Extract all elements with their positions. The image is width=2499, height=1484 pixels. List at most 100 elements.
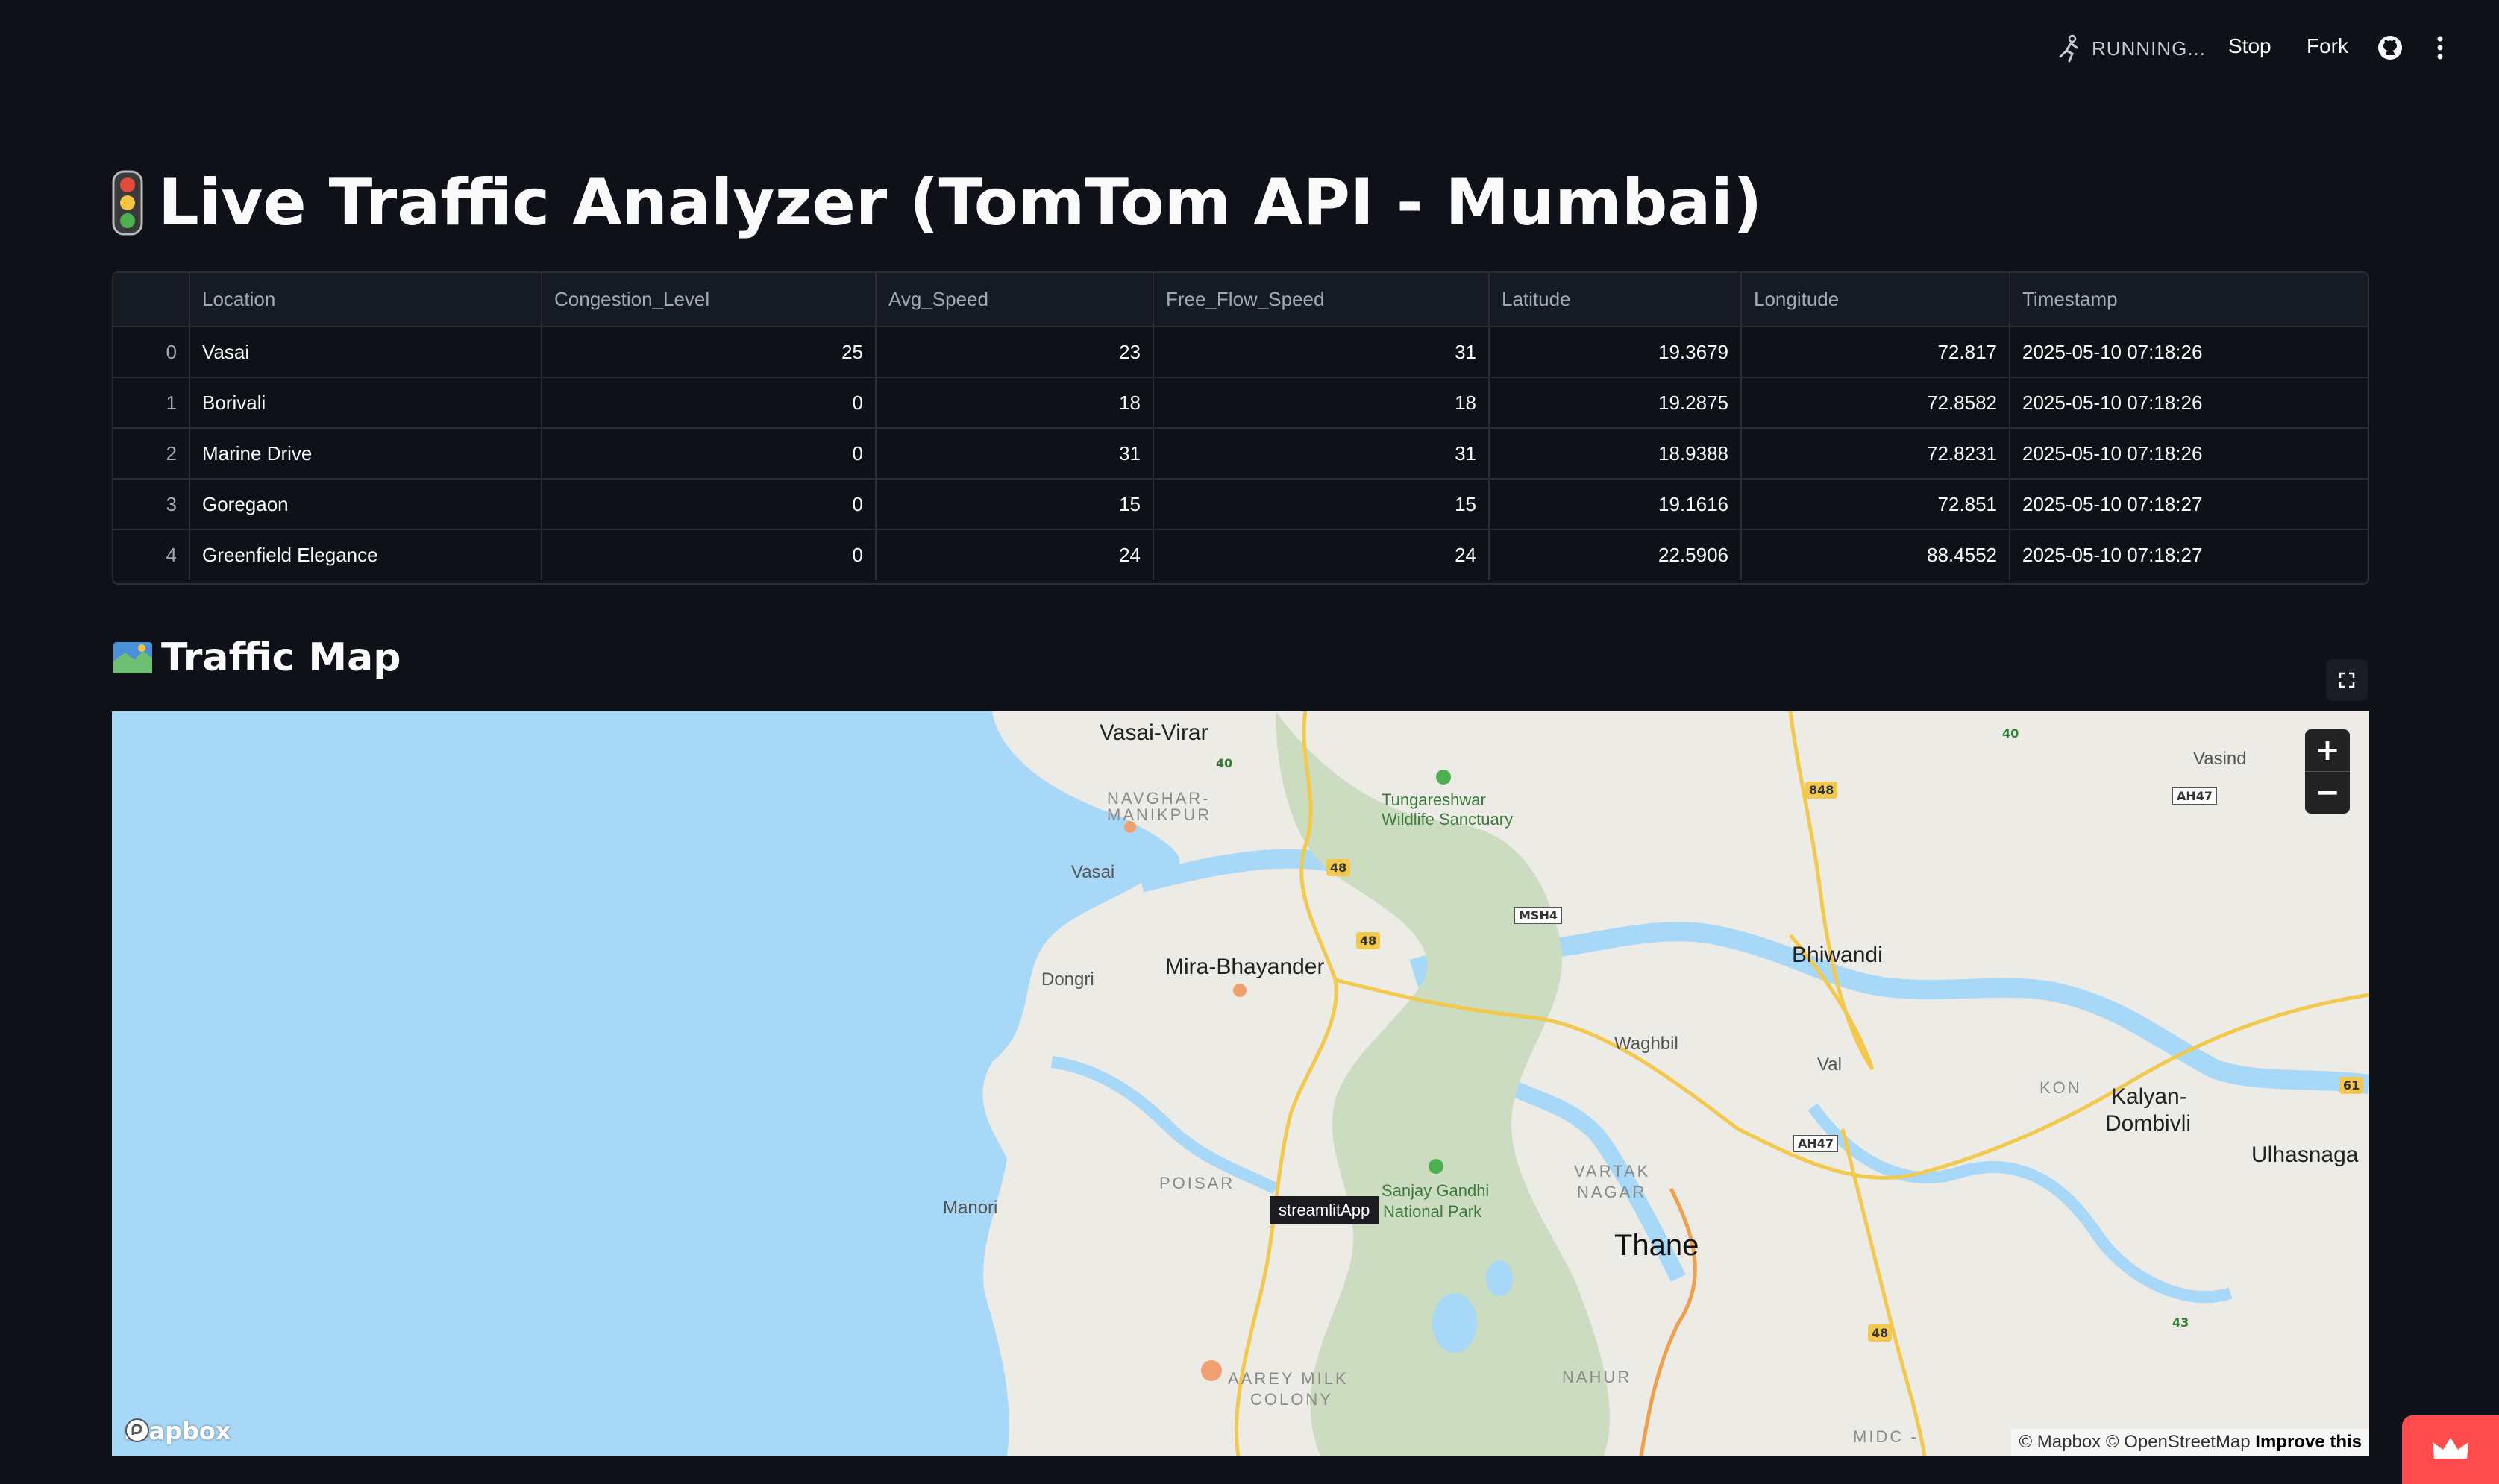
- row-index[interactable]: 2: [113, 428, 190, 480]
- cell-longitude[interactable]: 88.4552: [1741, 529, 2010, 580]
- cell-congestion[interactable]: 0: [542, 377, 877, 429]
- column-header[interactable]: Timestamp: [2010, 273, 2368, 327]
- cell-longitude[interactable]: 72.851: [1741, 479, 2010, 530]
- row-index[interactable]: 4: [113, 529, 190, 580]
- map-label: Thane: [1614, 1229, 1699, 1262]
- cell-congestion[interactable]: 0: [542, 479, 877, 530]
- map-label: AAREY MILK: [1228, 1369, 1349, 1388]
- column-header[interactable]: Longitude: [1741, 273, 2010, 327]
- cell-location[interactable]: Goregaon: [189, 479, 542, 530]
- map-label: Vasai: [1071, 862, 1115, 882]
- map-label: POISAR: [1159, 1174, 1235, 1192]
- row-index[interactable]: 0: [113, 327, 190, 378]
- zoom-out-button[interactable]: −: [2305, 772, 2350, 814]
- cell-timestamp[interactable]: 2025-05-10 07:18:26: [2010, 377, 2368, 429]
- table-row: 2 Marine Drive 0 31 31 18.9388 72.8231 2…: [113, 428, 2368, 480]
- map-label: Manori: [943, 1198, 998, 1218]
- cell-latitude[interactable]: 18.9388: [1489, 428, 1742, 480]
- cell-free-flow[interactable]: 24: [1153, 529, 1490, 580]
- running-label: RUNNING...: [2092, 37, 2206, 60]
- map-label: Mira-Bhayander: [1165, 955, 1325, 979]
- column-header[interactable]: Congestion_Level: [542, 273, 877, 327]
- row-index[interactable]: 3: [113, 479, 190, 530]
- mapbox-attribution-link[interactable]: © Mapbox: [2019, 1432, 2101, 1452]
- osm-attribution-link[interactable]: © OpenStreetMap: [2106, 1432, 2251, 1452]
- map-label: Wildlife Sanctuary: [1382, 810, 1514, 829]
- cell-latitude[interactable]: 22.5906: [1489, 529, 1742, 580]
- fork-button[interactable]: Fork: [2307, 34, 2348, 58]
- cell-congestion[interactable]: 0: [542, 428, 877, 480]
- map-label: VARTAK: [1574, 1162, 1651, 1180]
- cell-location[interactable]: Vasai: [189, 327, 542, 378]
- cell-timestamp[interactable]: 2025-05-10 07:18:26: [2010, 327, 2368, 378]
- traffic-map[interactable]: Vasai-Virar NAVGHAR- MANIKPUR Vasai Tung…: [112, 711, 2369, 1456]
- map-tooltip: streamlitApp: [1270, 1196, 1379, 1224]
- cell-timestamp[interactable]: 2025-05-10 07:18:27: [2010, 479, 2368, 530]
- cell-free-flow[interactable]: 31: [1153, 327, 1490, 378]
- cell-avg-speed[interactable]: 24: [876, 529, 1154, 580]
- map-label: Dongri: [1041, 969, 1094, 990]
- highway-shield: 40: [1216, 756, 1233, 770]
- map-label: Sanjay Gandhi: [1382, 1181, 1490, 1200]
- map-label: Kalyan-: [2111, 1084, 2187, 1109]
- column-header[interactable]: Latitude: [1489, 273, 1742, 327]
- cell-free-flow[interactable]: 18: [1153, 377, 1490, 429]
- column-header[interactable]: Free_Flow_Speed: [1153, 273, 1490, 327]
- cell-location[interactable]: Greenfield Elegance: [189, 529, 542, 580]
- map-label: Vasind: [2193, 749, 2247, 769]
- map-label: NAHUR: [1562, 1368, 1632, 1386]
- cell-latitude[interactable]: 19.2875: [1489, 377, 1742, 429]
- dataframe[interactable]: Location Congestion_Level Avg_Speed Free…: [112, 271, 2369, 585]
- streamlit-badge[interactable]: [2402, 1415, 2499, 1484]
- table-header-row: Location Congestion_Level Avg_Speed Free…: [113, 273, 2368, 327]
- column-header[interactable]: Avg_Speed: [876, 273, 1154, 327]
- traffic-light-icon: [112, 170, 143, 236]
- cell-location[interactable]: Marine Drive: [189, 428, 542, 480]
- cell-latitude[interactable]: 19.3679: [1489, 327, 1742, 378]
- traffic-table: Location Congestion_Level Avg_Speed Free…: [113, 273, 2368, 580]
- cell-avg-speed[interactable]: 23: [876, 327, 1154, 378]
- cell-avg-speed[interactable]: 18: [876, 377, 1154, 429]
- improve-map-link[interactable]: Improve this: [2255, 1432, 2362, 1452]
- fullscreen-button[interactable]: [2326, 659, 2368, 701]
- highway-shield: AH47: [1793, 1135, 1839, 1152]
- cell-free-flow[interactable]: 15: [1153, 479, 1490, 530]
- row-index[interactable]: 1: [113, 377, 190, 429]
- map-label: NAGAR: [1577, 1183, 1647, 1201]
- highway-shield: 848: [1805, 782, 1838, 799]
- map-label: MIDC -: [1853, 1427, 1919, 1446]
- map-label: National Park: [1383, 1202, 1482, 1221]
- cell-latitude[interactable]: 19.1616: [1489, 479, 1742, 530]
- highway-shield: AH47: [2172, 787, 2218, 805]
- top-toolbar: RUNNING... Stop Fork: [0, 0, 2499, 100]
- cell-avg-speed[interactable]: 31: [876, 428, 1154, 480]
- running-man-icon: [2059, 34, 2078, 63]
- cell-timestamp[interactable]: 2025-05-10 07:18:27: [2010, 529, 2368, 580]
- cell-timestamp[interactable]: 2025-05-10 07:18:26: [2010, 428, 2368, 480]
- map-label: Ulhasnaga: [2251, 1142, 2359, 1167]
- table-row: 3 Goregaon 0 15 15 19.1616 72.851 2025-0…: [113, 479, 2368, 530]
- expand-icon: [2339, 672, 2355, 688]
- map-base-layer: [112, 711, 2369, 1456]
- highway-shield: 40: [2002, 726, 2019, 741]
- cell-longitude[interactable]: 72.817: [1741, 327, 2010, 378]
- cell-longitude[interactable]: 72.8582: [1741, 377, 2010, 429]
- stop-button[interactable]: Stop: [2228, 34, 2271, 58]
- highway-shield: 43: [2172, 1315, 2189, 1330]
- column-header[interactable]: Location: [189, 273, 542, 327]
- cell-free-flow[interactable]: 31: [1153, 428, 1490, 480]
- kebab-menu-icon[interactable]: [2435, 33, 2445, 63]
- cell-avg-speed[interactable]: 15: [876, 479, 1154, 530]
- map-icon: [113, 642, 152, 673]
- cell-location[interactable]: Borivali: [189, 377, 542, 429]
- cell-congestion[interactable]: 0: [542, 529, 877, 580]
- highway-shield: 48: [1868, 1324, 1893, 1342]
- mapbox-logo[interactable]: mapbox: [124, 1417, 231, 1445]
- column-header[interactable]: [113, 273, 190, 327]
- github-icon[interactable]: [2377, 34, 2404, 61]
- cell-congestion[interactable]: 25: [542, 327, 877, 378]
- zoom-in-button[interactable]: +: [2305, 729, 2350, 772]
- cell-longitude[interactable]: 72.8231: [1741, 428, 2010, 480]
- page-title: Live Traffic Analyzer (TomTom API - Mumb…: [112, 166, 1762, 240]
- map-label: Waghbil: [1614, 1034, 1678, 1054]
